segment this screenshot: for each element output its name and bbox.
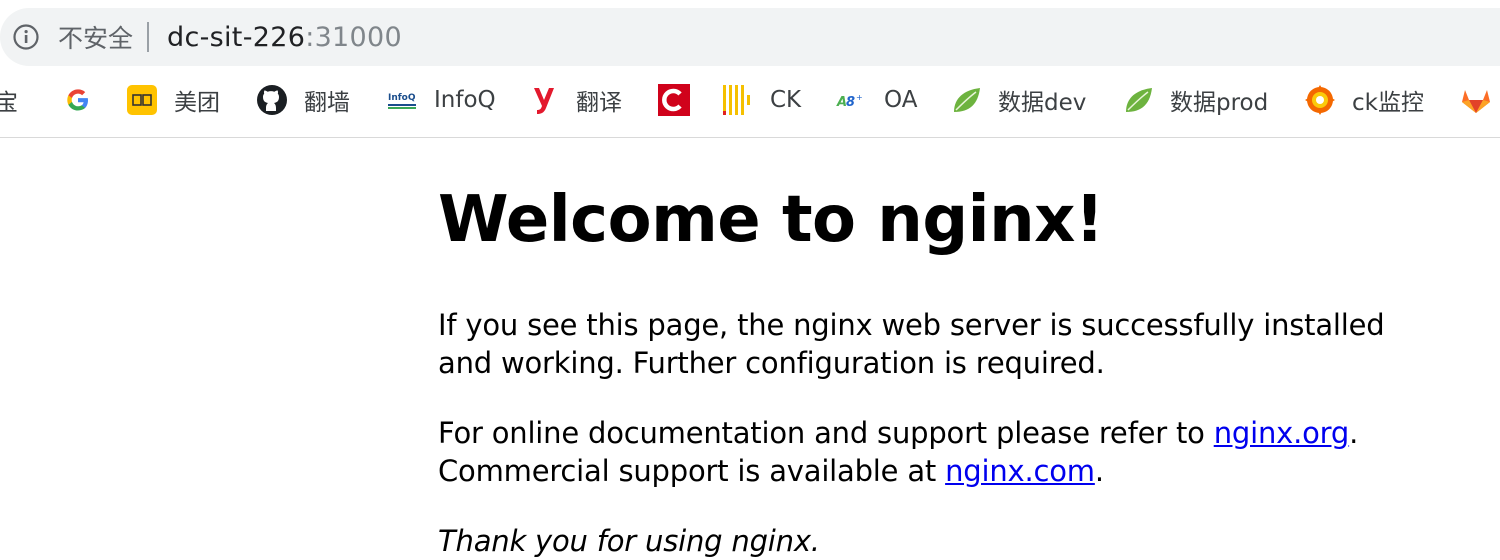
bookmarks-bar: ]宝 美团 xyxy=(0,72,1500,128)
bookmark-data-dev[interactable]: 数据dev xyxy=(950,80,1086,120)
bookmark-label: 数据dev xyxy=(998,90,1087,116)
bookmark-ck[interactable]: CK xyxy=(722,80,801,120)
nginx-com-link[interactable]: nginx.com xyxy=(945,454,1095,488)
bookmark-meituan[interactable]: 美团 xyxy=(126,80,220,120)
docs-text: For online documentation and support ple… xyxy=(438,416,1214,450)
thank-you-text: Thank you for using nginx. xyxy=(438,524,820,558)
security-label[interactable]: 不安全 xyxy=(58,19,133,55)
bookmark-label: 翻译 xyxy=(576,90,622,116)
page-title: Welcome to nginx! xyxy=(438,183,1104,257)
google-icon xyxy=(62,84,94,116)
page-content: Welcome to nginx! If you see this page, … xyxy=(438,180,1438,560)
github-icon xyxy=(256,84,288,116)
bookmark-infoq[interactable]: InfoQ InfoQ xyxy=(386,80,496,120)
url-port: :31000 xyxy=(305,21,402,53)
bookmark-label: ]宝 xyxy=(0,90,18,116)
bookmark-gitlab[interactable] xyxy=(1460,80,1492,120)
bookmark-label: 数据prod xyxy=(1170,90,1269,116)
bookmark-label: InfoQ xyxy=(434,87,496,113)
address-divider xyxy=(147,22,150,52)
bookmark-label: 美团 xyxy=(174,90,220,116)
bookmark-label: 翻墙 xyxy=(304,90,350,116)
svg-text:InfoQ: InfoQ xyxy=(388,93,416,103)
gitlab-icon xyxy=(1460,84,1492,116)
url-text[interactable]: dc-sit-226:31000 xyxy=(167,22,402,53)
bookmark-github[interactable]: 翻墙 xyxy=(256,80,350,120)
docs-paragraph: For online documentation and support ple… xyxy=(438,414,1438,490)
ck-bars-icon xyxy=(722,84,754,116)
youdao-icon xyxy=(528,84,560,116)
bookmark-label: OA xyxy=(884,87,918,113)
oa-icon: A 8 + xyxy=(836,84,868,116)
docs-period: . xyxy=(1349,416,1359,450)
bookmark-oa[interactable]: A 8 + OA xyxy=(836,80,917,120)
bookmark-taobao[interactable]: ]宝 xyxy=(0,80,18,120)
bookmark-data-prod[interactable]: 数据prod xyxy=(1122,80,1268,120)
bookmark-google[interactable] xyxy=(62,80,94,120)
address-bar[interactable]: 不安全 dc-sit-226:31000 xyxy=(0,8,1500,66)
commercial-text: Commercial support is available at xyxy=(438,454,946,488)
infoq-icon: InfoQ xyxy=(386,84,418,116)
bookmark-label: ck监控 xyxy=(1352,90,1424,116)
spring-leaf-icon xyxy=(1122,84,1154,116)
intro-paragraph: If you see this page, the nginx web serv… xyxy=(438,308,1385,380)
nginx-org-link[interactable]: nginx.org xyxy=(1214,416,1350,450)
url-host: dc-sit-226 xyxy=(167,21,306,53)
svg-text:8: 8 xyxy=(846,95,855,110)
svg-text:+: + xyxy=(856,93,863,102)
browser-chrome: 不安全 dc-sit-226:31000 ]宝 xyxy=(0,0,1500,138)
c-red-icon xyxy=(658,84,690,116)
bookmark-label: CK xyxy=(770,87,802,113)
bookmark-youdao[interactable]: 翻译 xyxy=(528,80,622,120)
commercial-period: . xyxy=(1094,454,1104,488)
spring-leaf-icon xyxy=(950,84,982,116)
info-icon[interactable] xyxy=(12,23,40,51)
bookmark-ck-monitor[interactable]: ck监控 xyxy=(1304,80,1424,120)
grafana-icon xyxy=(1304,84,1336,116)
meituan-icon xyxy=(126,84,158,116)
bookmark-c[interactable] xyxy=(658,80,690,120)
